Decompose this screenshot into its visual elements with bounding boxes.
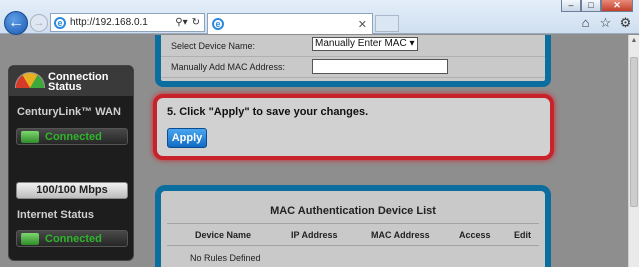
- mac-address-row: Manually Add MAC Address:: [161, 56, 545, 78]
- device-select-value: Manually Enter MAC: [315, 38, 407, 49]
- select-device-row: Select Device Name: Manually Enter MAC ▾: [161, 35, 545, 57]
- status-led-icon: [21, 232, 39, 245]
- apply-button[interactable]: Apply: [167, 128, 207, 148]
- minimize-button[interactable]: –: [561, 0, 581, 12]
- mac-list-title: MAC Authentication Device List: [270, 205, 436, 217]
- forward-button[interactable]: →: [30, 14, 48, 32]
- device-name-select[interactable]: Manually Enter MAC ▾: [312, 37, 418, 51]
- search-icon[interactable]: ⚲▾: [175, 17, 187, 28]
- wan-status-pill: Connected: [16, 128, 128, 145]
- mac-address-label: Manually Add MAC Address:: [171, 61, 286, 72]
- status-header: Connection Status: [9, 66, 133, 96]
- home-icon[interactable]: ⌂: [578, 15, 593, 30]
- tab-close-icon[interactable]: ✕: [358, 18, 367, 31]
- toolbar-icons: ⌂ ☆ ⚙: [578, 15, 633, 30]
- col-ip-address: IP Address: [291, 230, 338, 240]
- status-title: Connection Status: [48, 71, 109, 93]
- speedometer-icon: [15, 72, 45, 88]
- maximize-button[interactable]: □: [581, 0, 601, 12]
- favorites-star-icon[interactable]: ☆: [598, 15, 613, 30]
- internet-status-label: Internet Status: [17, 209, 95, 221]
- vertical-scrollbar[interactable]: ▲: [628, 35, 639, 267]
- back-button[interactable]: ←: [4, 11, 28, 35]
- apply-instruction: 5. Click "Apply" to save your changes.: [167, 106, 369, 118]
- settings-gear-icon[interactable]: ⚙: [618, 15, 633, 30]
- mac-auth-list-panel: MAC Authentication Device List Device Na…: [155, 185, 551, 267]
- divider: [167, 245, 539, 246]
- arrow-left-icon: ←: [8, 14, 24, 31]
- router-page: Connection Status CenturyLink™ WAN Conne…: [0, 35, 628, 267]
- address-bar[interactable]: e http://192.168.0.1 ⚲▾ ↻: [50, 13, 205, 32]
- close-window-button[interactable]: ✕: [601, 0, 633, 12]
- tab-favicon-icon: e: [212, 18, 224, 30]
- scrollbar-thumb[interactable]: [630, 57, 638, 207]
- refresh-icon[interactable]: ↻: [192, 17, 200, 28]
- wan-status: Connected: [45, 130, 102, 143]
- arrow-right-icon: →: [33, 17, 45, 29]
- internet-status: Connected: [45, 232, 102, 245]
- col-access: Access: [459, 230, 491, 240]
- status-led-icon: [21, 130, 39, 143]
- col-edit: Edit: [514, 230, 531, 240]
- col-device-name: Device Name: [195, 230, 252, 240]
- ie-logo-icon: e: [54, 16, 66, 29]
- select-device-label: Select Device Name:: [171, 40, 256, 51]
- browser-tab[interactable]: e ✕: [207, 13, 373, 34]
- new-tab-button[interactable]: [375, 15, 399, 32]
- device-form-panel: Select Device Name: Manually Enter MAC ▾…: [155, 35, 551, 87]
- wan-speed: 100/100 Mbps: [16, 182, 128, 199]
- chevron-down-icon: ▾: [409, 38, 415, 49]
- divider: [167, 223, 539, 224]
- browser-chrome: – □ ✕ ← → e http://192.168.0.1 ⚲▾ ↻ e ✕ …: [0, 0, 639, 35]
- empty-list-text: No Rules Defined: [190, 253, 261, 263]
- apply-step-highlight: 5. Click "Apply" to save your changes. A…: [153, 94, 554, 160]
- url-text[interactable]: http://192.168.0.1: [70, 17, 175, 28]
- wan-label: CenturyLink™ WAN: [17, 106, 121, 118]
- window-controls: – □ ✕: [561, 0, 633, 12]
- internet-status-pill: Connected: [16, 230, 128, 247]
- mac-address-input[interactable]: [312, 59, 448, 74]
- scroll-up-icon[interactable]: ▲: [629, 35, 639, 47]
- connection-status-panel: Connection Status CenturyLink™ WAN Conne…: [8, 65, 134, 261]
- col-mac-address: MAC Address: [371, 230, 430, 240]
